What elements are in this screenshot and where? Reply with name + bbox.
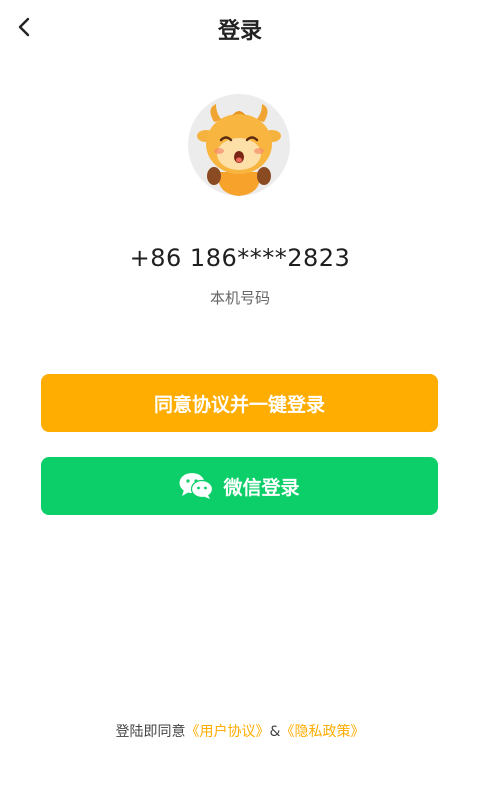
wechat-login-button[interactable]: 微信登录 <box>41 457 438 515</box>
agreement-separator: & <box>269 724 281 740</box>
phone-number: +86 186****2823 <box>129 244 351 272</box>
agreement-footer: 登陆即同意《用户协议》&《隐私政策》 <box>0 721 480 741</box>
one-key-login-label: 同意协议并一键登录 <box>153 393 325 416</box>
phone-caption: 本机号码 <box>209 289 270 307</box>
ox-mascot-icon <box>197 104 281 196</box>
wechat-icon <box>179 473 214 499</box>
privacy-policy-link[interactable]: 《隐私政策》 <box>280 724 364 740</box>
page-title: 登录 <box>217 19 262 44</box>
avatar <box>188 94 290 196</box>
wechat-login-label: 微信登录 <box>223 476 300 499</box>
one-key-login-button[interactable]: 同意协议并一键登录 <box>41 374 438 432</box>
user-agreement-link[interactable]: 《用户协议》 <box>186 724 270 740</box>
agreement-prefix: 登陆即同意 <box>115 724 186 740</box>
header-bar: 登录 <box>0 0 480 56</box>
